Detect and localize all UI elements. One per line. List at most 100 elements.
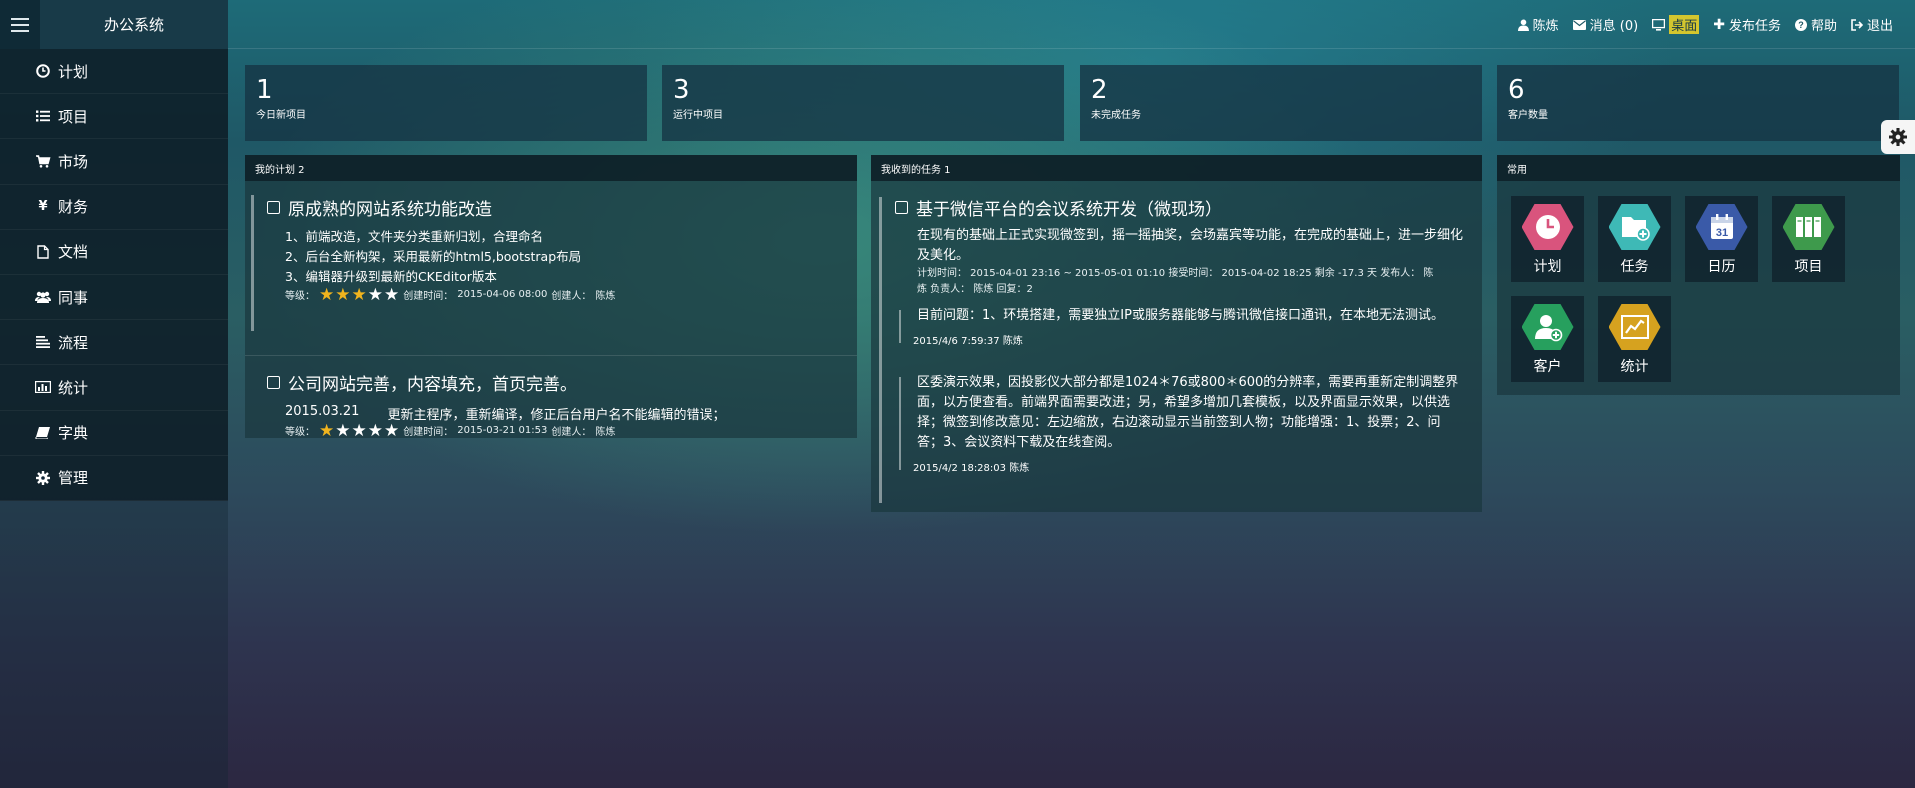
gear-icon [1889,128,1907,146]
shortcut-grid: 计划 任务 31 日历 项目 客户 统计 [1497,181,1900,397]
users-icon [35,291,51,304]
stat-new-projects[interactable]: 1 今日新项目 [245,65,647,141]
sidebar-item-finance[interactable]: ¥ 财务 [0,185,228,230]
stat-customers[interactable]: 6 客户数量 [1497,65,1899,141]
star-icon: ★ [335,420,351,441]
help-link[interactable]: ? 帮助 [1794,15,1837,34]
publish-task-link[interactable]: ✚ 发布任务 [1713,15,1781,35]
plan-item: 原成熟的网站系统功能改造 1、前端改造，文件夹分类重新归划，合理命名 2、后台全… [245,181,857,356]
rating-stars: ★ ★ ★ ★ ★ [319,420,400,441]
plan-line: 2、后台全新构架，采用最新的html5,bootstrap布局 [285,249,582,264]
plan-title[interactable]: 公司网站完善，内容填充，首页完善。 [267,370,843,395]
stat-running-projects[interactable]: 3 运行中项目 [662,65,1064,141]
messages-link[interactable]: 消息 (0) [1572,15,1638,34]
logout-link[interactable]: 退出 [1851,15,1893,34]
bar-chart-icon [35,381,52,394]
shortcut-plan[interactable]: 计划 [1511,196,1584,282]
comment-time: 2015/4/6 7:59:37 [913,336,1000,347]
folder-add-icon [1608,204,1661,250]
plan-title[interactable]: 原成熟的网站系统功能改造 [267,195,843,220]
sidebar-item-admin[interactable]: 管理 [0,456,228,501]
sidebar-item-label: 同事 [58,288,89,307]
user-add-icon [1521,304,1574,350]
comment-author: 陈炼 [1009,463,1030,474]
plan-meta: 等级： ★ ★ ★ ★ ★ 创建时间： 2015-03-21 01:53 创建人： 陈炼 [285,420,843,441]
plan-title-text: 公司网站完善，内容填充，首页完善。 [288,375,577,395]
sidebar-item-workflow[interactable]: 流程 [0,320,228,366]
settings-button[interactable] [1881,120,1915,154]
shortcut-calendar[interactable]: 31 日历 [1685,196,1758,282]
help-label: 帮助 [1810,19,1837,34]
task-description: 在现有的基础上正式实现微签到，摇一摇抽奖，会场嘉宾等功能，在完成的基础上，进一步… [917,228,1464,263]
sidebar-item-plan[interactable]: 计划 [0,49,228,95]
sidebar-item-label: 字典 [58,424,89,443]
shortcut-statistics[interactable]: 统计 [1598,296,1671,382]
plan-title-text: 原成熟的网站系统功能改造 [288,200,492,220]
desktop-link[interactable]: 桌面 [1652,15,1700,34]
plan-checkbox[interactable] [267,201,280,214]
task-checkbox[interactable] [895,201,908,214]
plus-icon: ✚ [1713,16,1725,33]
star-icon: ★ [351,420,367,441]
stat-value: 3 [673,75,690,105]
book-icon [35,426,50,439]
comment-marker [899,310,901,343]
sidebar-item-statistics[interactable]: 统计 [0,365,228,411]
sidebar-menu: 计划 项目 市场 ¥ 财务 文档 同事 流程 统计 字典 管理 [0,49,228,501]
user-link[interactable]: 陈炼 [1517,15,1559,34]
sidebar-item-colleague[interactable]: 同事 [0,275,228,321]
stat-value: 6 [1508,75,1525,105]
star-icon: ★ [351,284,367,305]
sidebar-item-document[interactable]: 文档 [0,230,228,275]
app-brand: 办公系统 [40,0,228,49]
plan-line: 3、编辑器升级到最新的CKEditor版本 [285,269,497,284]
clock-icon [1521,204,1574,250]
list-icon [36,110,50,122]
sidebar-item-dictionary[interactable]: 字典 [0,411,228,456]
task-item: 基于微信平台的会议系统开发（微现场） 在现有的基础上正式实现微签到，摇一摇抽奖，… [871,181,1482,503]
clock-icon [36,64,50,78]
star-icon: ★ [384,420,400,441]
sidebar-item-project[interactable]: 项目 [0,94,228,140]
shortcut-label: 任务 [1620,259,1649,275]
user-name: 陈炼 [1532,19,1559,34]
star-icon: ★ [335,284,351,305]
plan-content: 1、前端改造，文件夹分类重新归划，合理命名 2、后台全新构架，采用最新的html… [285,227,843,287]
menu-toggle-button[interactable] [0,0,40,49]
comment-marker [899,377,901,470]
shortcut-project[interactable]: 项目 [1772,196,1845,282]
sidebar-item-label: 市场 [58,152,89,171]
plan-line: 1、前端改造，文件夹分类重新归划，合理命名 [285,229,543,244]
received-tasks-panel: 我收到的任务 1 基于微信平台的会议系统开发（微现场） 在现有的基础上正式实现微… [871,155,1482,512]
logout-label: 退出 [1866,19,1893,34]
creator-name: 陈炼 [595,427,616,438]
sidebar: 计划 项目 市场 ¥ 财务 文档 同事 流程 统计 字典 管理 [0,49,228,788]
calendar-day: 31 [1715,227,1727,239]
comment-time: 2015/4/2 18:28:03 [913,463,1007,474]
plan-item: 公司网站完善，内容填充，首页完善。 2015.03.21 更新主程序，重新编译，… [245,356,857,441]
task-marker [879,197,882,503]
my-plans-panel: 我的计划 2 原成熟的网站系统功能改造 1、前端改造，文件夹分类重新归划，合理命… [245,155,857,441]
plan-checkbox[interactable] [267,376,280,389]
comment-meta: 2015/4/2 18:28:03 陈炼 [913,459,1466,474]
sidebar-item-label: 文档 [58,243,89,262]
task-title[interactable]: 基于微信平台的会议系统开发（微现场） [895,195,1466,220]
line-chart-icon [1608,304,1661,350]
shortcut-customer[interactable]: 客户 [1511,296,1584,382]
level-label: 等级： [285,427,315,438]
task-title-text: 基于微信平台的会议系统开发（微现场） [916,200,1222,220]
shortcut-label: 项目 [1794,259,1823,275]
star-icon: ★ [319,420,335,441]
shortcut-task[interactable]: 任务 [1598,196,1671,282]
star-icon: ★ [367,420,383,441]
plan-note: 更新主程序，重新编译，修正后台用户名不能编辑的错误； [387,408,726,423]
shortcut-label: 统计 [1620,359,1649,375]
task-comment: 区委演示效果，因投影仪大部分都是1024＊76或800＊600的分辨率，需要再重… [899,373,1466,474]
created-label: 创建时间： [403,427,454,438]
task-comment: 目前问题：1、环境搭建，需要独立IP或服务器能够与腾讯微信接口通讯，在本地无法测… [899,306,1466,347]
stat-unfinished-tasks[interactable]: 2 未完成任务 [1080,65,1482,141]
sidebar-item-label: 管理 [58,469,89,488]
shortcut-label: 计划 [1533,259,1562,275]
sidebar-item-market[interactable]: 市场 [0,139,228,185]
help-icon: ? [1794,18,1807,31]
